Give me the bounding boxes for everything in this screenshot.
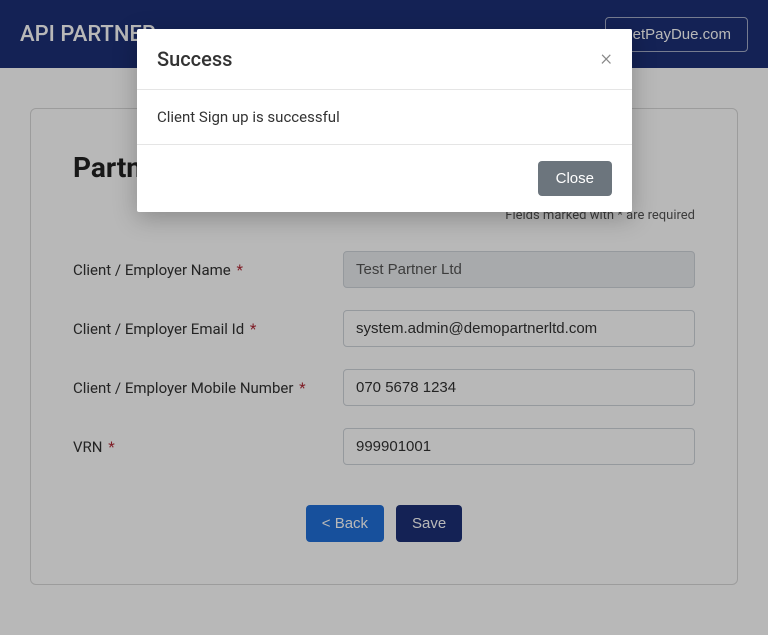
close-icon[interactable]: × bbox=[600, 48, 612, 70]
success-modal: Success × Client Sign up is successful C… bbox=[137, 29, 632, 212]
modal-body: Client Sign up is successful bbox=[137, 90, 632, 145]
modal-footer: Close bbox=[137, 145, 632, 212]
modal-header: Success × bbox=[137, 29, 632, 90]
close-button[interactable]: Close bbox=[538, 161, 612, 196]
modal-title: Success bbox=[157, 47, 232, 71]
